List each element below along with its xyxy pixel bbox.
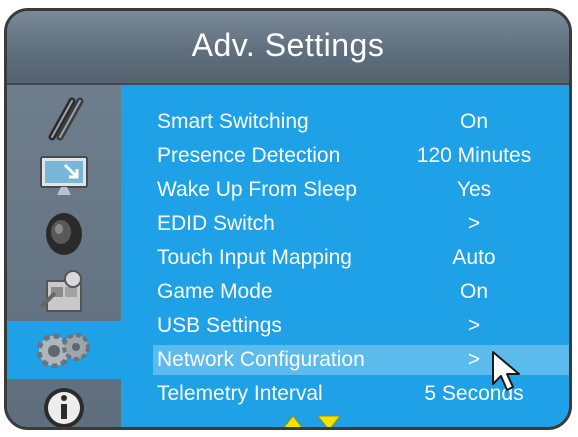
header-bar: Adv. Settings — [7, 11, 569, 85]
menu-row-label: Game Mode — [157, 280, 273, 303]
info-icon — [44, 388, 84, 427]
page-title: Adv. Settings — [191, 27, 385, 63]
speaker-icon — [46, 213, 82, 255]
sidebar-item-audio[interactable] — [7, 205, 121, 263]
osd-window: Adv. Settings Smart Switching On Presenc… — [4, 8, 572, 430]
menu-row-wake-up[interactable]: Wake Up From Sleep Yes — [153, 175, 569, 205]
arrow-up-icon[interactable] — [281, 415, 305, 430]
sidebar-item-adv-settings[interactable] — [7, 321, 121, 379]
menu-row-label: Network Configuration — [157, 348, 365, 371]
sidebar-item-cables[interactable] — [7, 89, 121, 147]
cables-icon — [48, 97, 84, 141]
menu-row-value: Yes — [456, 178, 492, 201]
menu-row-usb-settings[interactable]: USB Settings > — [153, 311, 569, 341]
menu-row-label: Touch Input Mapping — [157, 246, 352, 269]
menu-row-value: > — [467, 314, 481, 337]
menu-row-edid-switch[interactable]: EDID Switch > — [153, 209, 569, 239]
menu-row-value: > — [467, 212, 481, 235]
mouse-cursor-icon — [492, 351, 520, 391]
menu-row-value: Auto — [452, 246, 496, 269]
menu-row-value: > — [467, 348, 481, 371]
menu-row-touch-input-mapping[interactable]: Touch Input Mapping Auto — [153, 243, 569, 273]
toolbox-icon — [39, 270, 82, 312]
menu-row-value: On — [459, 110, 488, 133]
sidebar-item-info[interactable] — [7, 379, 121, 427]
menu-row-label: Smart Switching — [157, 110, 309, 133]
menu-row-value: On — [459, 280, 488, 303]
menu-row-smart-switching[interactable]: Smart Switching On — [153, 107, 569, 137]
menu-row-value: 5 Seconds — [424, 382, 524, 405]
menu-row-presence-detection[interactable]: Presence Detection 120 Minutes — [153, 141, 569, 171]
scroll-arrows — [281, 415, 341, 430]
menu-row-label: EDID Switch — [157, 212, 275, 235]
menu-row-label: USB Settings — [157, 314, 282, 337]
menu-row-value: 120 Minutes — [416, 144, 532, 167]
menu-row-game-mode[interactable]: Game Mode On — [153, 277, 569, 307]
sidebar-item-tools[interactable] — [7, 263, 121, 321]
display-icon — [40, 156, 88, 195]
menu-row-label: Wake Up From Sleep — [157, 178, 357, 201]
gears-icon — [36, 333, 90, 369]
menu-row-label: Presence Detection — [157, 144, 341, 167]
settings-menu: Smart Switching On Presence Detection 12… — [121, 85, 569, 427]
sidebar — [7, 85, 121, 427]
arrow-down-icon[interactable] — [317, 415, 341, 430]
sidebar-item-display[interactable] — [7, 147, 121, 205]
menu-row-label: Telemetry Interval — [157, 382, 323, 405]
